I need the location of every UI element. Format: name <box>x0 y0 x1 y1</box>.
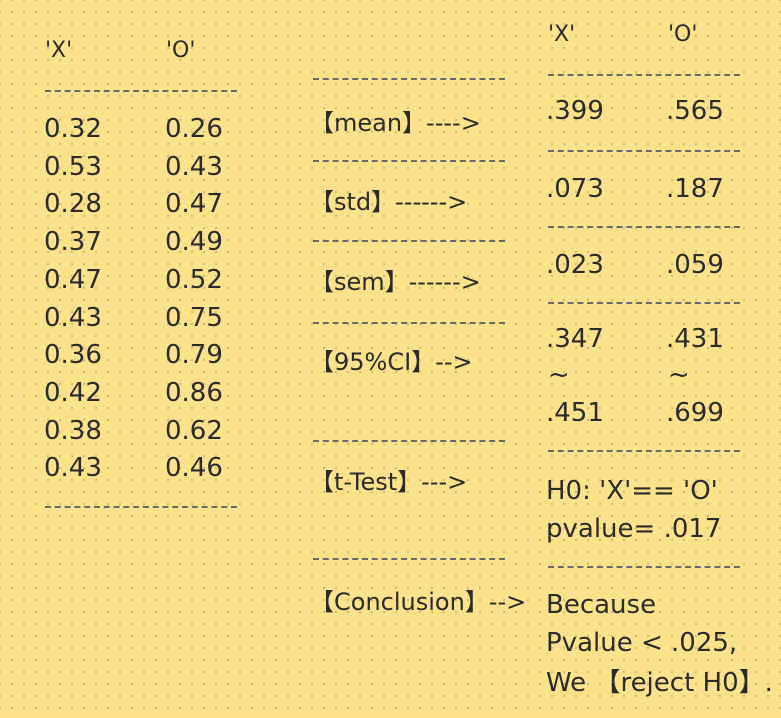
std-label: 【std】------> <box>310 188 468 216</box>
ttest-hypothesis: H0: 'X'== 'O' <box>546 476 718 506</box>
left-cell-o: 0.47 <box>165 189 223 219</box>
left-cell-o: 0.49 <box>165 227 223 257</box>
sem-label: 【sem】------> <box>310 268 481 296</box>
left-cell-o: 0.52 <box>165 265 223 295</box>
ci-x-high: .451 <box>546 398 604 428</box>
left-cell-x: 0.53 <box>44 152 102 182</box>
ci-label: 【95%CI】--> <box>310 348 473 376</box>
std-x-value: .073 <box>546 174 604 204</box>
left-cell-x: 0.43 <box>44 453 102 483</box>
ci-o-separator: ~ <box>668 360 690 390</box>
left-header-x: 'X' <box>45 38 73 63</box>
left-footer-divider <box>45 506 237 508</box>
left-cell-o: 0.75 <box>165 303 223 333</box>
mean-o-value: .565 <box>666 96 724 126</box>
left-cell-x: 0.28 <box>44 189 102 219</box>
left-cell-o: 0.46 <box>165 453 223 483</box>
result-header-x: 'X' <box>548 22 576 47</box>
left-cell-x: 0.38 <box>44 416 102 446</box>
mean-x-value: .399 <box>546 96 604 126</box>
ci-o-high: .699 <box>666 398 724 428</box>
label-divider <box>313 240 505 242</box>
label-divider <box>313 322 505 324</box>
label-divider <box>313 78 505 80</box>
label-divider <box>313 440 505 442</box>
left-cell-x: 0.42 <box>44 378 102 408</box>
ci-x-separator: ~ <box>548 360 570 390</box>
result-divider <box>548 566 740 568</box>
left-cell-o: 0.86 <box>165 378 223 408</box>
std-o-value: .187 <box>666 174 724 204</box>
mean-label: 【mean】----> <box>310 109 481 137</box>
left-cell-x: 0.47 <box>44 265 102 295</box>
left-cell-o: 0.26 <box>165 114 223 144</box>
result-divider <box>548 150 740 152</box>
left-cell-o: 0.62 <box>165 416 223 446</box>
ttest-pvalue: pvalue= .017 <box>546 514 722 544</box>
left-header-divider <box>45 90 237 92</box>
sem-x-value: .023 <box>546 250 604 280</box>
label-divider <box>313 160 505 162</box>
left-cell-o: 0.43 <box>165 152 223 182</box>
left-cell-x: 0.32 <box>44 114 102 144</box>
label-divider <box>313 558 505 560</box>
conclusion-line-1: Because <box>546 590 657 620</box>
left-header-o: 'O' <box>166 38 196 63</box>
left-cell-x: 0.43 <box>44 303 102 333</box>
conclusion-line-3: We 【reject H0】. <box>546 668 773 698</box>
left-cell-o: 0.79 <box>165 340 223 370</box>
left-cell-x: 0.36 <box>44 340 102 370</box>
result-divider <box>548 74 740 76</box>
result-divider <box>548 450 740 452</box>
ci-o-low: .431 <box>666 324 724 354</box>
conclusion-line-2: Pvalue < .025, <box>546 628 738 658</box>
conclusion-label: 【Conclusion】--> <box>310 588 527 616</box>
result-divider <box>548 302 740 304</box>
left-cell-x: 0.37 <box>44 227 102 257</box>
ttest-label: 【t-Test】---> <box>310 468 468 496</box>
result-divider <box>548 226 740 228</box>
sem-o-value: .059 <box>666 250 724 280</box>
result-header-o: 'O' <box>668 22 698 47</box>
ci-x-low: .347 <box>546 324 604 354</box>
